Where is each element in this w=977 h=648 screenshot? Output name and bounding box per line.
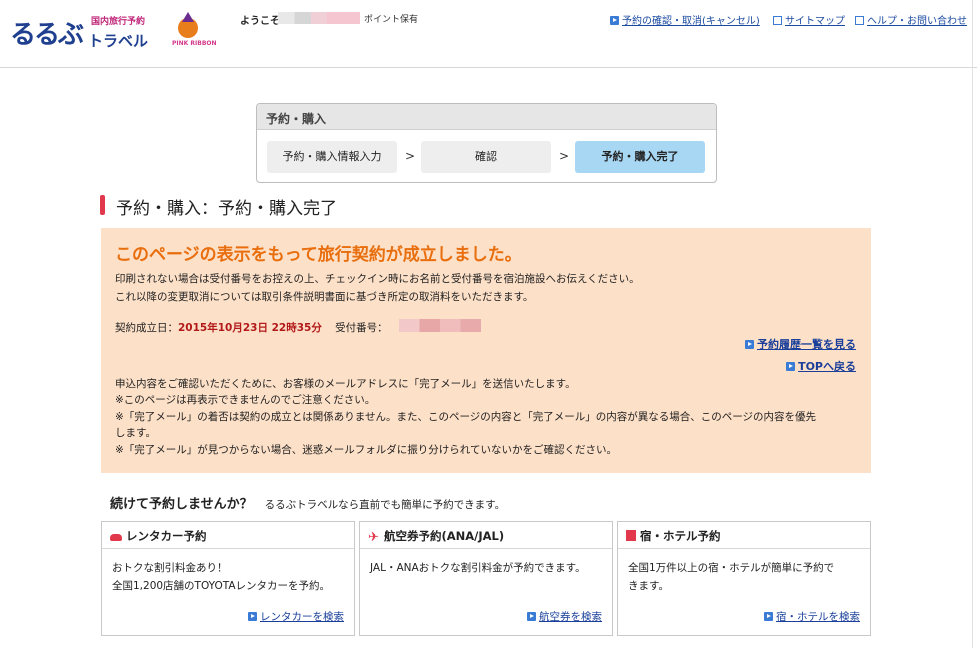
card-text: おトクな割引料金あり！ [112, 562, 228, 574]
hotel-card: 宿・ホテル予約 全国1万件以上の宿・ホテルが簡単に予約で きます。 宿・ホテルを… [617, 521, 871, 636]
flight-card: ✈ 航空券予約(ANA/JAL) JAL・ANAおトクな割引料金が予約できます。 … [359, 521, 613, 636]
steps-title: 予約・購入 [257, 104, 716, 130]
rental-car-card: レンタカー予約 おトクな割引料金あり！ 全国1,200店舗のTOYOTAレンタカ… [101, 521, 355, 636]
witch-hat-icon [182, 12, 194, 22]
link-label: サイトマップ [785, 16, 845, 27]
mail-note: します。 [115, 427, 156, 439]
step-input: 予約・購入情報入力 [267, 141, 397, 173]
card-text: JAL・ANAおトクな割引料金が予約できます。 [370, 562, 586, 574]
search-rental-car-link[interactable]: レンタカーを検索 [248, 609, 344, 624]
card-body: おトクな割引料金あり！ 全国1,200店舗のTOYOTAレンタカーを予約。 [102, 549, 354, 595]
notice-line: これ以降の変更取消については取引条件説明書面に基づき所定の取消料をいただきます。 [115, 291, 534, 303]
masked-receipt-number [399, 319, 481, 332]
heading-accent-bar [100, 195, 105, 215]
link-label: ヘルプ・お問い合わせ [867, 16, 967, 27]
completion-notice: このページの表示をもって旅行契約が成立しました。 印刷されない場合は受付番号をお… [101, 228, 871, 473]
site-header: るるぶ 国内旅行予約 トラベル PINK RIBBON ようこそ ポイント保有 … [0, 0, 977, 68]
step-separator: > [559, 149, 570, 163]
pink-ribbon-text: PINK RIBBON [172, 40, 217, 47]
card-title: 航空券予約(ANA/JAL) [384, 529, 505, 543]
card-text: 全国1万件以上の宿・ホテルが簡単に予約で [628, 562, 835, 574]
contract-date-label: 契約成立日： [115, 322, 178, 334]
link-label: 予約履歴一覧を見る [757, 338, 856, 351]
contract-info: 契約成立日：2015年10月23日 22時35分 受付番号： [115, 320, 388, 335]
receipt-number-label: 受付番号： [335, 322, 388, 334]
link-label: 予約の確認・取消(キャンセル) [622, 16, 760, 27]
welcome-text: ようこそ [240, 16, 280, 27]
notice-line: 印刷されない場合は受付番号をお控えの上、チェックイン時にお名前と受付番号を宿泊施… [115, 273, 640, 285]
arrow-icon [527, 612, 536, 621]
car-icon [110, 534, 122, 541]
card-header: 宿・ホテル予約 [618, 522, 870, 549]
rurubu-travel-logo[interactable]: るるぶ 国内旅行予約 トラベル [10, 10, 175, 54]
search-hotel-link[interactable]: 宿・ホテルを検索 [764, 609, 860, 624]
link-label: TOPへ戻る [798, 360, 856, 373]
logo-sub-text: 国内旅行予約 [91, 17, 146, 27]
card-title: レンタカー予約 [126, 529, 207, 543]
card-header: ✈ 航空券予約(ANA/JAL) [360, 522, 612, 549]
page-edge-rule [972, 0, 973, 648]
logo-main-text: るるぶ [10, 20, 84, 50]
page-icon [855, 16, 864, 25]
step-confirm: 確認 [421, 141, 551, 173]
reservation-check-cancel-link[interactable]: 予約の確認・取消(キャンセル) [610, 12, 760, 27]
progress-steps: 予約・購入 予約・購入情報入力 > 確認 > 予約・購入完了 [256, 103, 717, 183]
card-header: レンタカー予約 [102, 522, 354, 549]
search-flight-link[interactable]: 航空券を検索 [527, 609, 602, 624]
masked-user-name [278, 12, 360, 24]
card-body: JAL・ANAおトクな割引料金が予約できます。 [360, 549, 612, 577]
continue-booking-heading: 続けて予約しませんか？ るるぶトラベルなら直前でも簡単に予約できます。 [110, 493, 505, 512]
continue-description: るるぶトラベルなら直前でも簡単に予約できます。 [264, 499, 506, 511]
mail-note: ※このページは再表示できませんのでご注意ください。 [115, 394, 376, 406]
page-icon [773, 16, 782, 25]
page-title-text: 予約・購入：予約・購入完了 [116, 199, 337, 219]
top-page-link[interactable]: TOPへ戻る [786, 358, 856, 374]
card-body: 全国1万件以上の宿・ホテルが簡単に予約で きます。 [618, 549, 870, 595]
arrow-icon [764, 612, 773, 621]
arrow-icon [248, 612, 257, 621]
contract-date-value: 2015年10月23日 22時35分 [178, 322, 322, 334]
hotel-icon [626, 530, 636, 541]
mail-note: ※「完了メール」の着否は契約の成立とは関係ありません。また、このページの内容と「… [115, 411, 817, 423]
pink-ribbon-logo: PINK RIBBON [172, 12, 217, 48]
link-label: 宿・ホテルを検索 [776, 611, 860, 623]
reservation-history-link[interactable]: 予約履歴一覧を見る [745, 336, 856, 352]
step-separator: > [405, 149, 416, 163]
sitemap-link[interactable]: サイトマップ [773, 12, 845, 27]
continue-question: 続けて予約しませんか？ [110, 497, 253, 512]
arrow-icon [610, 16, 619, 25]
step-complete: 予約・購入完了 [575, 141, 705, 173]
link-label: 航空券を検索 [539, 611, 602, 623]
arrow-icon [786, 362, 796, 371]
link-label: レンタカーを検索 [260, 611, 344, 623]
logo-travel-text: トラベル [88, 32, 149, 50]
notice-title: このページの表示をもって旅行契約が成立しました。 [115, 245, 522, 265]
mail-note: 申込内容をご確認いただくために、お客様のメールアドレスに「完了メール」を送信いた… [115, 378, 576, 390]
card-text: きます。 [628, 580, 669, 592]
mail-note: ※「完了メール」が見つからない場合、迷惑メールフォルダに振り分けられていないかを… [115, 444, 617, 456]
arrow-icon [745, 340, 754, 349]
plane-icon: ✈ [368, 530, 379, 545]
points-label: ポイント保有 [364, 15, 419, 25]
help-contact-link[interactable]: ヘルプ・お問い合わせ [855, 12, 967, 27]
card-text: 全国1,200店舗のTOYOTAレンタカーを予約。 [112, 580, 331, 592]
card-title: 宿・ホテル予約 [640, 529, 721, 543]
